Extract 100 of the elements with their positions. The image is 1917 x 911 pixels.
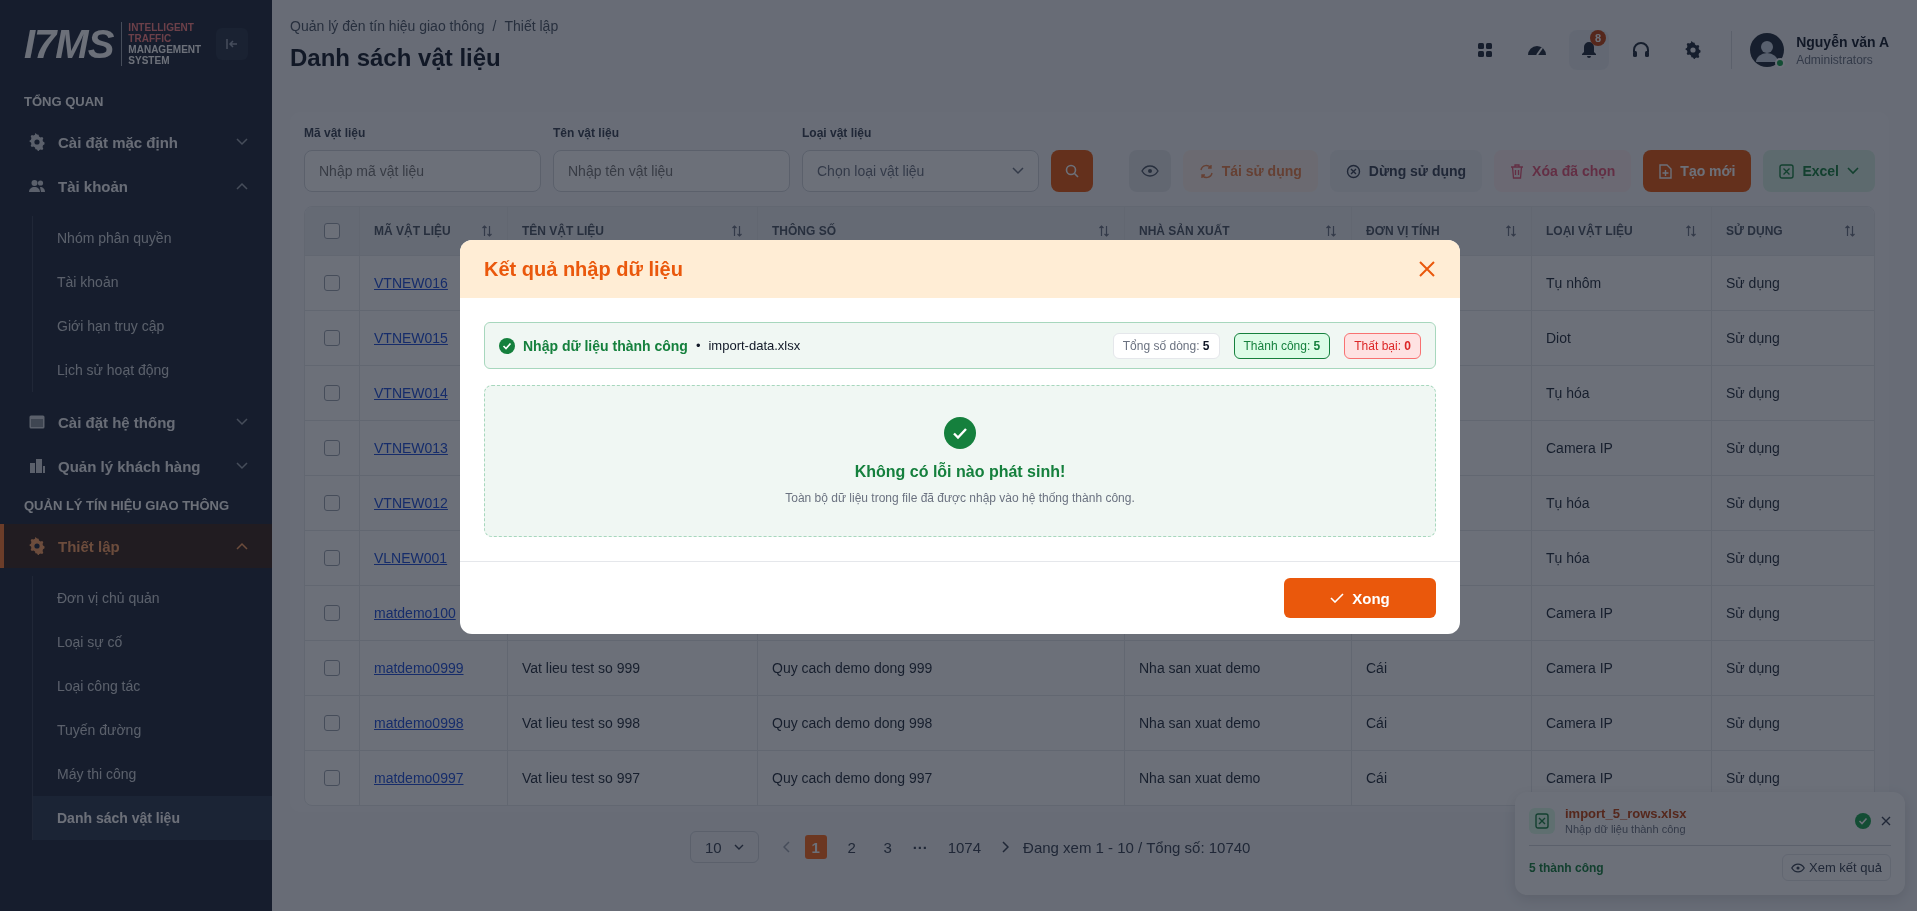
logo-tagline: INTELLIGENT (128, 22, 195, 33)
table-cell: Cái (1366, 660, 1387, 676)
sidebar-subitem[interactable]: Máy thi công (33, 752, 272, 796)
sort-icon[interactable] (481, 225, 493, 237)
notification-button[interactable]: 8 (1569, 30, 1610, 70)
sidebar-subitem[interactable]: Đơn vị chủ quản (33, 576, 272, 620)
material-code-link[interactable]: matdemo0997 (374, 770, 464, 786)
column-header[interactable]: TÊN VẬT LIỆU (522, 224, 604, 238)
column-header[interactable]: NHÀ SẢN XUẤT (1139, 224, 1230, 238)
row-checkbox[interactable] (324, 440, 340, 456)
row-checkbox[interactable] (324, 275, 340, 291)
material-code-link[interactable]: matdemo100 (374, 605, 456, 621)
row-checkbox[interactable] (324, 385, 340, 401)
sidebar-subitem[interactable]: Danh sách vật liệu (33, 796, 272, 840)
sidebar-item[interactable]: Cài đặt mặc định (0, 120, 272, 164)
bell-icon (1581, 41, 1598, 59)
sidebar-subitem[interactable]: Lịch sử hoạt động (33, 348, 272, 392)
column-header[interactable]: THÔNG SỐ (772, 224, 836, 238)
sort-icon[interactable] (1098, 225, 1110, 237)
toolbar-button[interactable]: Excel (1763, 150, 1875, 192)
next-page-icon[interactable] (1001, 841, 1010, 853)
material-code-link[interactable]: VTNEW012 (374, 495, 448, 511)
close-icon[interactable] (1881, 815, 1891, 826)
page-button[interactable]: 1 (804, 835, 827, 859)
table-cell: Sử dụng (1726, 330, 1780, 346)
material-code-link[interactable]: VTNEW014 (374, 385, 448, 401)
chevron-down-icon (1847, 167, 1859, 175)
page-button[interactable]: 2 (840, 835, 863, 859)
sidebar-subitem[interactable]: Nhóm phân quyền (33, 216, 272, 260)
success-check-icon (499, 337, 515, 354)
previous-page-icon[interactable] (782, 841, 791, 853)
material-code-link[interactable]: VTNEW015 (374, 330, 448, 346)
breadcrumb-link[interactable]: Quản lý đèn tín hiệu giao thông (290, 18, 485, 34)
material-code-link[interactable]: VLNEW001 (374, 550, 448, 566)
empty-state-title: Không có lỗi nào phát sinh! (854, 463, 1066, 481)
refresh-icon (1198, 163, 1214, 179)
column-header[interactable]: ĐƠN VỊ TÍNH (1366, 224, 1440, 238)
gear-icon (28, 537, 46, 555)
table-cell: Nha san xuat demo (1139, 715, 1261, 731)
sort-icon[interactable] (1685, 225, 1697, 237)
sidebar-subitem[interactable]: Loại công tác (33, 664, 272, 708)
row-checkbox[interactable] (324, 660, 340, 676)
sort-icon[interactable] (1505, 225, 1517, 237)
search-button[interactable] (1051, 150, 1093, 192)
row-checkbox[interactable] (324, 495, 340, 511)
page-button[interactable]: 1074 (941, 835, 988, 859)
row-checkbox[interactable] (324, 605, 340, 621)
sidebar-item[interactable]: Quản lý khách hàng (0, 444, 272, 488)
breadcrumb-link[interactable]: Thiết lập (504, 18, 559, 34)
row-checkbox[interactable] (324, 330, 340, 346)
chevron-icon (236, 138, 248, 146)
search-icon (1065, 164, 1079, 178)
toolbar-button[interactable]: Dừng sử dụng (1329, 150, 1483, 192)
section-heading: TỔNG QUAN (23, 93, 105, 111)
material-code-link[interactable]: VTNEW016 (374, 275, 448, 291)
column-header[interactable]: MÃ VẬT LIỆU (374, 224, 451, 238)
toolbar-button[interactable]: Tạo mới (1643, 150, 1752, 192)
sidebar-subitem[interactable]: Tài khoản (33, 260, 272, 304)
column-header[interactable]: LOẠI VẬT LIỆU (1546, 224, 1633, 238)
table-cell: Sử dụng (1726, 770, 1780, 786)
page-size-select[interactable]: 10 (690, 831, 759, 863)
view-result-button[interactable]: Xem kết quả (1782, 854, 1891, 881)
row-checkbox[interactable] (324, 550, 340, 566)
collapse-sidebar-button[interactable] (216, 28, 248, 60)
table-cell: Diot (1546, 330, 1571, 346)
row-checkbox[interactable] (324, 715, 340, 731)
field-label: Loại vật liệu (802, 126, 873, 140)
sort-icon[interactable] (1844, 225, 1856, 237)
material-code-link[interactable]: matdemo0999 (374, 660, 464, 676)
close-icon[interactable] (1418, 260, 1436, 278)
page-button[interactable]: 3 (876, 835, 899, 859)
sidebar-item[interactable]: Tài khoản (0, 164, 272, 208)
table-cell: Quy cach demo dong 998 (772, 715, 933, 731)
select-all-checkbox[interactable] (324, 223, 340, 239)
material-code-link[interactable]: VTNEW013 (374, 440, 448, 456)
sidebar-subitem[interactable]: Loại sự cố (33, 620, 272, 664)
table-cell: Camera IP (1546, 715, 1613, 731)
notification-badge: 8 (1590, 30, 1607, 46)
sort-icon[interactable] (731, 225, 743, 237)
eye-icon (1791, 862, 1805, 873)
sidebar-subitem[interactable]: Tuyến đường (33, 708, 272, 752)
success-check-icon (944, 417, 976, 449)
collapse-icon (225, 37, 239, 51)
chevron-down-icon (1012, 167, 1024, 175)
sidebar-subitem[interactable]: Giới hạn truy cập (33, 304, 272, 348)
table-cell: Sử dụng (1726, 660, 1780, 676)
chevron-icon (236, 542, 248, 550)
done-button[interactable]: Xong (1284, 578, 1436, 618)
row-checkbox[interactable] (324, 770, 340, 786)
table-cell: Sử dụng (1726, 715, 1780, 731)
column-header[interactable]: SỬ DỤNG (1726, 224, 1783, 238)
sort-icon[interactable] (1325, 225, 1337, 237)
sidebar-item[interactable]: Cài đặt hệ thống (0, 400, 272, 444)
material-code-link[interactable]: matdemo0998 (374, 715, 464, 731)
avatar-icon[interactable] (1750, 33, 1785, 67)
view-button[interactable] (1128, 150, 1171, 192)
select-field[interactable]: Chọn loại vật liệu (802, 150, 1039, 192)
table-cell: Vat lieu test so 997 (522, 770, 641, 786)
sidebar-item[interactable]: Thiết lập (0, 524, 272, 568)
table-cell: Cái (1366, 715, 1387, 731)
